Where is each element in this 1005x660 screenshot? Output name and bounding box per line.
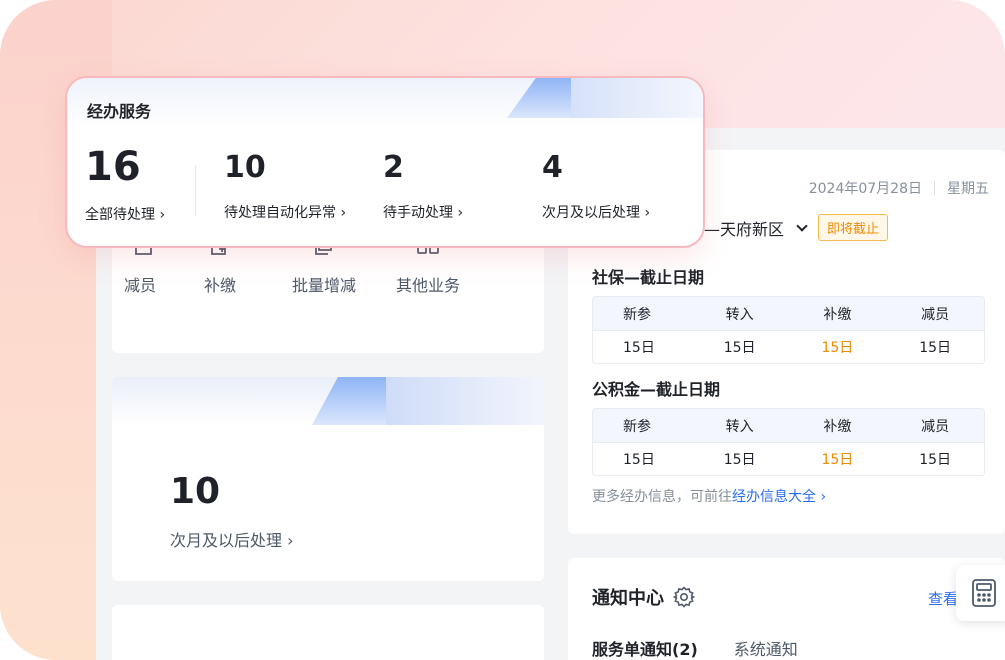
table-row: 15日 15日 15日 15日 <box>593 442 984 475</box>
gear-icon[interactable] <box>672 585 696 609</box>
stat-all-pending[interactable]: 16 全部待处理 › <box>85 144 166 224</box>
table-header-row: 新参 转入 补缴 减员 <box>593 297 984 330</box>
stat-next-month[interactable]: 4 次月及以后处理 › <box>542 148 650 222</box>
decor-strip <box>386 377 544 425</box>
table-header-cell: 补缴 <box>823 418 852 435</box>
date-line: 2024年07月28日 星期五 <box>809 178 989 198</box>
calculator-icon <box>972 579 996 607</box>
divider <box>934 181 935 195</box>
stat-label: 待手动处理 › <box>383 205 464 221</box>
table-header-cell: 新参 <box>623 306 651 323</box>
current-date: 2024年07月28日 <box>808 181 922 197</box>
table-header-row: 新参 转入 补缴 减员 <box>593 409 984 442</box>
stat-automation-errors[interactable]: 10 待处理自动化异常 › <box>224 148 346 222</box>
table-cell-highlight: 15日 <box>821 452 854 468</box>
calculator-button[interactable] <box>956 565 1005 621</box>
quick-action-label: 补缴 <box>203 276 236 295</box>
stat-label: 待处理自动化异常 › <box>224 205 347 221</box>
stat-card: 10 次月及以后处理 › <box>112 377 544 581</box>
more-info-text: 更多经办信息，可前往 <box>592 489 732 505</box>
table-header-cell: 减员 <box>921 306 950 323</box>
region-name: —天府新区 <box>704 219 785 239</box>
table-header-cell: 补缴 <box>823 306 852 323</box>
table-header-cell: 减员 <box>921 418 950 435</box>
quick-action-label: 批量增减 <box>291 276 356 295</box>
service-summary-popup: 经办服务 16 全部待处理 › 10 待处理自动化异常 › 2 待手动处理 › … <box>65 76 705 248</box>
social-deadline-table: 新参 转入 补缴 减员 15日 15日 15日 15日 <box>592 296 985 364</box>
table-row: 15日 15日 15日 15日 <box>593 330 984 363</box>
decor-strip <box>571 78 703 118</box>
fund-deadline-title: 公积金—截止日期 <box>592 380 721 399</box>
notice-header: 通知中心 <box>592 584 696 610</box>
table-header-cell: 转入 <box>725 306 754 323</box>
info-directory-link[interactable]: 经办信息大全 › <box>732 489 826 505</box>
social-deadline-title: 社保—截止日期 <box>592 268 705 287</box>
notice-tabs: 服务单通知(2) 系统通知 <box>592 636 834 660</box>
bottom-card <box>112 605 544 660</box>
stat-label: 全部待处理 › <box>85 207 166 223</box>
stat-value: 16 <box>85 144 141 190</box>
quick-action-label: 其他业务 <box>395 276 460 295</box>
table-cell-highlight: 15日 <box>821 340 854 356</box>
table-cell: 15日 <box>919 452 952 468</box>
table-cell: 15日 <box>723 340 756 356</box>
quick-action-label: 减员 <box>124 276 157 295</box>
notice-view-link[interactable]: 查看 <box>928 588 958 609</box>
stat-label: 次月及以后处理 › <box>542 205 651 221</box>
weekday: 星期五 <box>947 181 989 197</box>
stat-value: 10 <box>170 471 221 512</box>
table-cell: 15日 <box>623 340 655 356</box>
notice-card: 通知中心 查看 服务单通知(2) 系统通知 <box>568 558 1005 660</box>
more-info-line: 更多经办信息，可前往经办信息大全 › <box>592 486 826 506</box>
status-badge: 即将截止 <box>818 214 889 241</box>
popup-stats: 16 全部待处理 › 10 待处理自动化异常 › 2 待手动处理 › 4 次月及… <box>67 144 703 228</box>
stat-manual-pending[interactable]: 2 待手动处理 › <box>383 148 463 222</box>
notice-title: 通知中心 <box>592 588 664 609</box>
fund-deadline-table: 新参 转入 补缴 减员 15日 15日 15日 15日 <box>592 408 985 476</box>
tab-system-notice[interactable]: 系统通知 <box>734 636 798 660</box>
tab-service-notice[interactable]: 服务单通知(2) <box>592 636 698 660</box>
table-cell: 15日 <box>919 340 952 356</box>
table-header-cell: 转入 <box>725 418 754 435</box>
stat-value: 4 <box>542 150 563 185</box>
chevron-down-icon <box>796 219 808 232</box>
popup-title: 经办服务 <box>87 102 152 121</box>
table-header-cell: 新参 <box>623 418 651 435</box>
region-selector[interactable]: —天府新区 即将截止 <box>704 214 889 241</box>
stat-value: 2 <box>383 150 404 185</box>
divider <box>195 166 196 216</box>
stat-value: 10 <box>224 150 266 185</box>
table-cell: 15日 <box>623 452 655 468</box>
table-cell: 15日 <box>723 452 756 468</box>
stat-link[interactable]: 次月及以后处理 › <box>170 527 294 551</box>
